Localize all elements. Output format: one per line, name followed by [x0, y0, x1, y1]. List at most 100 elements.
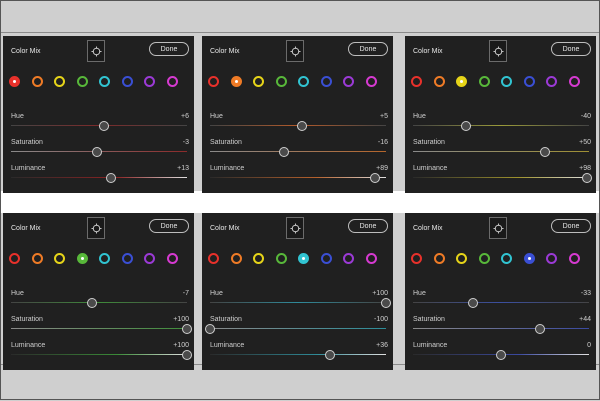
slider-thumb[interactable] — [92, 147, 103, 157]
green-swatch-icon[interactable] — [478, 253, 490, 264]
done-button[interactable]: Done — [551, 219, 591, 233]
yellow-swatch-icon[interactable] — [54, 76, 65, 87]
slider-track[interactable] — [11, 328, 187, 329]
target-adjustment-icon[interactable] — [286, 217, 304, 239]
slider-track[interactable] — [413, 177, 589, 178]
purple-swatch-icon[interactable] — [546, 76, 557, 87]
slider-thumb[interactable] — [278, 147, 289, 157]
target-icon — [492, 222, 504, 234]
slider-thumb[interactable] — [99, 121, 110, 131]
target-adjustment-icon[interactable] — [87, 40, 105, 62]
slider-thumb[interactable] — [106, 173, 117, 183]
blue-swatch-icon[interactable] — [523, 76, 535, 87]
blue-swatch-icon[interactable] — [121, 76, 133, 87]
purple-swatch-icon[interactable] — [343, 253, 354, 264]
slider-track[interactable] — [11, 302, 187, 303]
yellow-swatch-icon[interactable] — [54, 253, 65, 264]
red-swatch-icon[interactable] — [9, 253, 20, 264]
aqua-swatch-icon[interactable] — [501, 76, 512, 87]
done-button[interactable]: Done — [551, 42, 591, 56]
aqua-swatch-icon[interactable] — [99, 76, 110, 87]
green-swatch-icon[interactable] — [76, 253, 88, 264]
magenta-swatch-icon[interactable] — [365, 253, 377, 264]
green-swatch-icon[interactable] — [275, 76, 287, 87]
done-button[interactable]: Done — [149, 219, 189, 233]
slider-thumb[interactable] — [381, 298, 391, 308]
green-swatch-icon[interactable] — [478, 76, 490, 87]
slider-track[interactable] — [210, 328, 386, 329]
done-button[interactable]: Done — [348, 42, 388, 56]
slider-saturation: Saturation +50 — [413, 139, 591, 165]
aqua-swatch-icon[interactable] — [501, 253, 512, 264]
slider-track[interactable] — [210, 177, 386, 178]
slider-track[interactable] — [413, 328, 589, 329]
slider-track[interactable] — [11, 177, 187, 178]
magenta-swatch-icon[interactable] — [568, 253, 580, 264]
slider-thumb[interactable] — [460, 121, 471, 131]
slider-value: +100 — [173, 342, 189, 349]
purple-swatch-icon[interactable] — [144, 76, 155, 87]
blue-swatch-icon[interactable] — [320, 76, 332, 87]
slider-thumb[interactable] — [467, 298, 478, 308]
purple-swatch-icon[interactable] — [144, 253, 155, 264]
slider-thumb[interactable] — [540, 147, 550, 157]
color-mix-panel: Color Mix Done Hue -7 Saturation +100 Luminanc… — [3, 213, 194, 370]
aqua-swatch-icon[interactable] — [99, 253, 110, 264]
green-swatch-icon[interactable] — [275, 253, 287, 264]
red-swatch-icon[interactable] — [411, 253, 422, 264]
red-swatch-icon[interactable] — [9, 76, 20, 87]
target-adjustment-icon[interactable] — [286, 40, 304, 62]
yellow-swatch-icon[interactable] — [456, 253, 467, 264]
slider-thumb[interactable] — [182, 324, 192, 334]
red-swatch-icon[interactable] — [208, 253, 219, 264]
orange-swatch-icon[interactable] — [31, 253, 43, 264]
slider-track[interactable] — [11, 354, 187, 355]
target-adjustment-icon[interactable] — [87, 217, 105, 239]
orange-swatch-icon[interactable] — [433, 253, 445, 264]
yellow-swatch-icon[interactable] — [456, 76, 467, 87]
purple-swatch-icon[interactable] — [546, 253, 557, 264]
slider-track[interactable] — [413, 125, 589, 126]
orange-swatch-icon[interactable] — [433, 76, 445, 87]
slider-thumb[interactable] — [205, 324, 215, 334]
aqua-swatch-icon[interactable] — [298, 76, 309, 87]
slider-label: Saturation — [413, 139, 445, 146]
slider-thumb[interactable] — [324, 350, 335, 360]
magenta-swatch-icon[interactable] — [365, 76, 377, 87]
done-button[interactable]: Done — [348, 219, 388, 233]
slider-thumb[interactable] — [182, 350, 192, 360]
blue-swatch-icon[interactable] — [523, 253, 535, 264]
yellow-swatch-icon[interactable] — [253, 253, 264, 264]
magenta-swatch-icon[interactable] — [568, 76, 580, 87]
slider-track[interactable] — [413, 302, 589, 303]
slider-track[interactable] — [210, 151, 386, 152]
slider-track[interactable] — [210, 354, 386, 355]
blue-swatch-icon[interactable] — [121, 253, 133, 264]
green-swatch-icon[interactable] — [76, 76, 88, 87]
red-swatch-icon[interactable] — [411, 76, 422, 87]
slider-thumb[interactable] — [86, 298, 97, 308]
yellow-swatch-icon[interactable] — [253, 76, 264, 87]
slider-label: Luminance — [11, 342, 46, 349]
panel-title: Color Mix — [413, 225, 443, 232]
orange-swatch-icon[interactable] — [230, 253, 242, 264]
orange-swatch-icon[interactable] — [230, 76, 242, 87]
slider-thumb[interactable] — [496, 350, 506, 360]
slider-thumb[interactable] — [296, 121, 307, 131]
aqua-swatch-icon[interactable] — [298, 253, 309, 264]
magenta-swatch-icon[interactable] — [166, 76, 178, 87]
blue-swatch-icon[interactable] — [320, 253, 332, 264]
target-adjustment-icon[interactable] — [489, 40, 507, 62]
red-swatch-icon[interactable] — [208, 76, 219, 87]
slider-track[interactable] — [210, 302, 386, 303]
magenta-swatch-icon[interactable] — [166, 253, 178, 264]
orange-swatch-icon[interactable] — [31, 76, 43, 87]
slider-thumb[interactable] — [370, 173, 381, 183]
slider-thumb[interactable] — [582, 173, 593, 183]
done-button[interactable]: Done — [149, 42, 189, 56]
slider-value: +44 — [579, 316, 591, 323]
slider-track[interactable] — [413, 151, 589, 152]
purple-swatch-icon[interactable] — [343, 76, 354, 87]
slider-thumb[interactable] — [534, 324, 545, 334]
target-adjustment-icon[interactable] — [489, 217, 507, 239]
